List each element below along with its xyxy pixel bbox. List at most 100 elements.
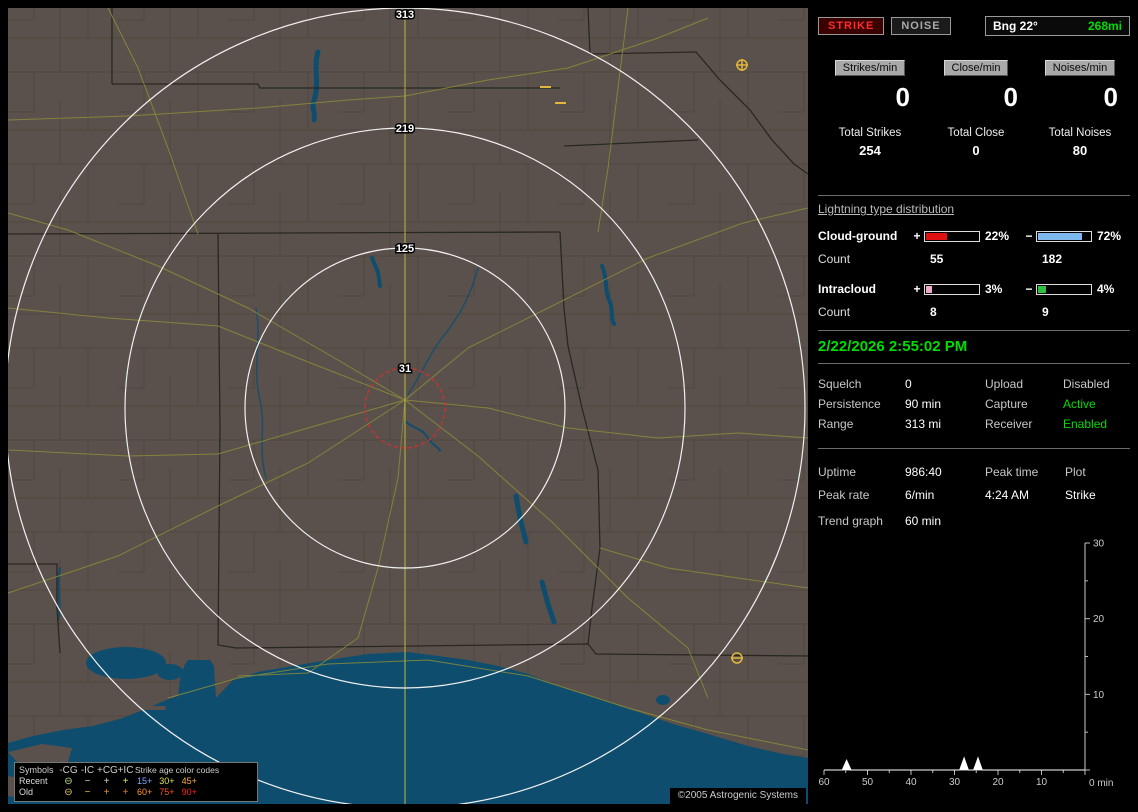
plot-value: Strike — [1065, 487, 1096, 502]
peak-time-label: Peak time — [985, 464, 1039, 479]
trend-header: Trend graph 60 min — [818, 514, 941, 528]
peak-time-value: 4:24 AM — [985, 487, 1030, 502]
legend-col-ncg: -CG — [59, 765, 78, 776]
trend-window-value: 60 min — [905, 514, 942, 528]
ic-minus-pct: 4% — [1097, 282, 1115, 296]
legend-age-header: Strike age color codes — [135, 765, 220, 775]
cg-minus-count: 182 — [1042, 252, 1063, 266]
range-label: Range — [818, 417, 854, 431]
cg-minus-pct: 72% — [1097, 229, 1122, 243]
legend-old-row: Old ⊖ − + + 60+ 75+ 90+ — [19, 787, 253, 798]
separator — [818, 448, 1130, 449]
receiver-value: Enabled — [1063, 417, 1108, 431]
datetime-display: 2/22/2026 2:55:02 PM — [818, 338, 968, 355]
noises-column: Noises/min 0 Total Noises 80 — [1030, 60, 1130, 158]
persistence-value: 90 min — [905, 397, 942, 411]
old-pic-icon: + — [122, 787, 129, 798]
noises-per-min-value: 0 — [1103, 82, 1118, 112]
lightning-map: 313 219 125 31 — [8, 8, 808, 804]
plus-sign: + — [913, 229, 921, 243]
total-close-value: 0 — [972, 143, 980, 158]
age-30: 30+ — [159, 776, 175, 786]
svg-text:10: 10 — [1093, 690, 1105, 701]
total-close-label: Total Close — [947, 127, 1005, 139]
distribution-section: Lightning type distribution Cloud-ground… — [818, 202, 1130, 324]
recent-nic-icon: − — [84, 776, 91, 787]
ic-plus-count: 8 — [930, 305, 937, 319]
close-column: Close/min 0 Total Close 0 — [922, 60, 1030, 158]
upload-label: Upload — [985, 377, 1024, 391]
legend-old-label: Old — [19, 787, 34, 797]
map-legend: Symbols -CG -IC +CG +IC Strike age color… — [14, 762, 258, 802]
legend-header-row: Symbols -CG -IC +CG +IC Strike age color… — [19, 765, 253, 776]
bearing-value: Bng 22° — [993, 19, 1038, 33]
ic-plus-bar — [924, 283, 980, 295]
map-canvas[interactable]: 313 219 125 31 Symbols -CG -IC +CG +IC S… — [8, 8, 808, 804]
legend-recent-label: Recent — [19, 776, 48, 786]
ic-minus-count: 9 — [1042, 305, 1049, 319]
svg-text:20: 20 — [1093, 614, 1105, 625]
range-value: 313 mi — [905, 417, 942, 431]
cloud-ground-row: Cloud-ground + 22% − 72% — [818, 225, 1130, 247]
count-label: Count — [818, 252, 851, 266]
status-row: Uptime 986:40 Peak time Plot — [818, 460, 1130, 483]
close-per-min-button[interactable]: Close/min — [943, 60, 1009, 76]
legend-recent-row: Recent ⊖ − + + 15+ 30+ 45+ — [19, 776, 253, 787]
upload-value: Disabled — [1063, 377, 1110, 391]
plot-label: Plot — [1065, 464, 1086, 479]
legend-col-pcg: +CG — [97, 765, 118, 776]
distribution-title: Lightning type distribution — [818, 202, 955, 216]
close-per-min-value: 0 — [1003, 82, 1018, 112]
old-pcg-icon: + — [103, 787, 110, 798]
cg-minus-bar — [1036, 230, 1092, 242]
ic-minus-bar — [1036, 283, 1092, 295]
toolbar: STRIKE NOISE Bng 22° 268mi — [818, 16, 1130, 36]
strikes-per-min-button[interactable]: Strikes/min — [834, 60, 906, 76]
total-strikes-value: 254 — [859, 143, 881, 158]
svg-text:50: 50 — [862, 777, 874, 788]
intracloud-row: Intracloud + 3% − 4% — [818, 278, 1130, 300]
side-panel: STRIKE NOISE Bng 22° 268mi Strikes/min 0… — [818, 8, 1130, 804]
legend-col-nic: -IC — [80, 765, 95, 776]
age-75: 75+ — [159, 787, 175, 797]
ring-label-31: 31 — [399, 363, 411, 375]
svg-text:30: 30 — [949, 777, 961, 788]
squelch-value: 0 — [905, 377, 912, 391]
bearing-readout: Bng 22° 268mi — [985, 16, 1130, 36]
svg-text:60: 60 — [818, 777, 830, 788]
cg-minus-bar-fill — [1038, 232, 1083, 240]
noises-per-min-button[interactable]: Noises/min — [1044, 60, 1116, 76]
legend-symbols-header: Symbols — [19, 765, 54, 775]
trend-graph-label: Trend graph — [818, 514, 883, 528]
age-45: 45+ — [181, 776, 197, 786]
bearing-distance: 268mi — [1087, 19, 1122, 33]
noise-button[interactable]: NOISE — [891, 17, 951, 35]
strikes-column: Strikes/min 0 Total Strikes 254 — [818, 60, 922, 158]
separator — [818, 363, 1130, 364]
old-ncg-icon: ⊖ — [64, 787, 73, 798]
graph-axes — [824, 543, 1086, 771]
svg-text:20: 20 — [992, 777, 1004, 788]
ic-plus-pct: 3% — [985, 282, 1003, 296]
age-90: 90+ — [181, 787, 197, 797]
count-label: Count — [818, 305, 851, 319]
svg-text:30: 30 — [1093, 539, 1105, 550]
receiver-label: Receiver — [985, 417, 1033, 431]
ring-label-125: 125 — [396, 243, 414, 255]
age-60: 60+ — [137, 787, 153, 797]
trend-series-line — [824, 756, 1085, 771]
graph-origin-label: 0 min — [1089, 778, 1113, 789]
peak-rate-value: 6/min — [905, 487, 935, 502]
uptime-label: Uptime — [818, 464, 857, 479]
peak-rate-label: Peak rate — [818, 487, 870, 502]
graph-ticks: 60 50 40 30 20 10 10 20 30 — [818, 539, 1104, 789]
strike-button[interactable]: STRIKE — [818, 17, 885, 35]
copyright-text: ©2005 Astrogenic Systems — [669, 788, 806, 804]
plus-sign: + — [913, 282, 921, 296]
svg-text:10: 10 — [1036, 777, 1048, 788]
capture-label: Capture — [985, 397, 1028, 411]
recent-pcg-icon: + — [103, 776, 110, 787]
settings-row: Persistence 90 min Capture Active — [818, 394, 1130, 414]
capture-value: Active — [1063, 397, 1096, 411]
settings-section: Squelch 0 Upload Disabled Persistence 90… — [818, 374, 1130, 434]
